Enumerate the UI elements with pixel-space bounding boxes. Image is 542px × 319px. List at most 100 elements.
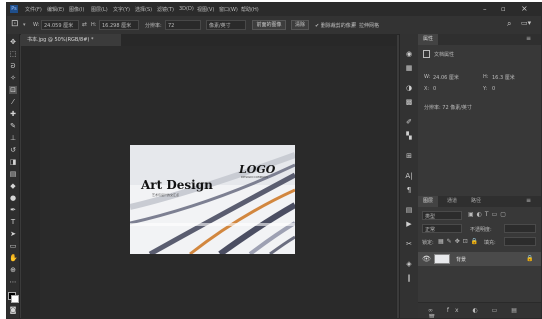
search-icon[interactable]: ⌕ <box>507 19 511 29</box>
hand-tool-icon[interactable]: ✋ <box>9 254 18 262</box>
tab-paths[interactable]: 路径 <box>466 196 486 207</box>
swap-icon[interactable]: ⇄ <box>82 21 87 28</box>
resolution-field[interactable]: 72 <box>165 20 201 30</box>
tab-properties[interactable]: 属性 <box>418 34 439 45</box>
3d-panel-icon[interactable]: ◈ <box>404 260 414 269</box>
tab-layers[interactable]: 图层 <box>418 196 439 207</box>
crop-tool-icon[interactable]: ⊡ <box>11 19 19 29</box>
more-tools-icon[interactable]: ⋯ <box>9 278 17 286</box>
document-icon <box>423 50 430 58</box>
w-value[interactable]: 24.06 厘米 <box>433 74 459 81</box>
x-value[interactable]: 0 <box>433 86 436 92</box>
menu-view[interactable]: 视图(V) <box>197 6 214 13</box>
y-label: Y: <box>483 86 488 92</box>
menu-type[interactable]: 文字(Y) <box>113 6 130 13</box>
tab-channels[interactable]: 通道 <box>442 196 462 207</box>
crop-tool-icon[interactable]: ⊡ <box>9 86 17 94</box>
height-field[interactable]: 16.298 厘米 <box>99 20 139 30</box>
menu-file[interactable]: 文件(F) <box>25 6 42 13</box>
layer-row-background[interactable]: 👁 背景 🔒 <box>418 252 541 266</box>
tool-presets-icon[interactable]: ✂ <box>404 240 414 249</box>
layer-lock-icon: 🔒 <box>526 255 534 262</box>
y-value[interactable]: 0 <box>492 86 495 92</box>
brush-tool-icon[interactable]: ✎ <box>9 122 17 130</box>
path-select-tool-icon[interactable]: ➤ <box>9 230 17 238</box>
clone-source-icon[interactable]: ⊞ <box>404 152 414 161</box>
opacity-field[interactable] <box>504 224 536 233</box>
front-image-button[interactable]: 前面的图像 <box>252 20 286 30</box>
document-tab[interactable]: 书本.jpg @ 50%(RGB/8#) * <box>21 34 121 46</box>
menu-3d[interactable]: 3D(D) <box>179 6 194 12</box>
width-field[interactable]: 24.059 厘米 <box>41 20 79 30</box>
kind-filter-label: 类型 <box>425 214 436 220</box>
art-design-title: Art Design <box>141 178 213 192</box>
resolution-label: 分辨率: <box>145 23 162 29</box>
lock-icons[interactable]: ▦✎✥⊡🔒 <box>438 238 481 245</box>
character-panel-icon[interactable]: A| <box>404 172 414 181</box>
minimize-icon[interactable]: – <box>483 5 487 13</box>
dodge-tool-icon[interactable]: ● <box>9 194 17 202</box>
brush-panel-icon[interactable]: ✐ <box>404 118 414 127</box>
width-label: W: <box>33 22 40 28</box>
visibility-eye-icon[interactable]: 👁 <box>422 255 431 263</box>
maximize-icon[interactable]: ▫ <box>501 5 506 13</box>
menu-layer[interactable]: 图层(L) <box>91 6 108 13</box>
logo-subtitle: DESIGN COMPANY <box>241 175 269 179</box>
chevron-down-icon[interactable]: ▾ <box>23 22 26 28</box>
layer-filter-icons[interactable]: ▣◐T▭▢ <box>468 211 509 218</box>
close-icon[interactable]: × <box>521 4 528 13</box>
eyedropper-tool-icon[interactable]: ⁄ <box>9 98 17 106</box>
healing-tool-icon[interactable]: ✚ <box>9 110 17 118</box>
clear-button[interactable]: 清除 <box>291 20 309 30</box>
menu-help[interactable]: 帮助(H) <box>241 6 259 13</box>
layer-actions-icons[interactable]: ∞ fx ◐ ▭ ▤ 🗑 <box>428 307 541 318</box>
move-tool-icon[interactable]: ✥ <box>9 38 17 46</box>
menu-filter[interactable]: 滤镜(T) <box>157 6 174 13</box>
color-panel-icon[interactable]: ◉ <box>404 50 414 59</box>
document-canvas[interactable]: Art Design 艺术与设计的交汇点 LOGO DESIGN COMPANY <box>40 46 396 318</box>
paragraph-panel-icon[interactable]: ¶ <box>404 186 414 195</box>
delete-crop-checkbox[interactable]: ✔ 删除裁剪的像素 <box>315 22 356 29</box>
eraser-tool-icon[interactable]: ◨ <box>9 158 17 166</box>
menu-image[interactable]: 图像(I) <box>69 6 84 13</box>
blend-mode-select[interactable]: 正常 <box>422 224 462 233</box>
blend-mode-value: 正常 <box>425 227 436 233</box>
options-bar: ⊡ ▾ W: 24.059 厘米 ⇄ H: 16.298 厘米 分辨率: 72 … <box>7 16 541 35</box>
history-panel-icon[interactable]: ▤ <box>404 206 414 215</box>
blur-tool-icon[interactable]: ◆ <box>9 182 17 190</box>
measurement-icon[interactable]: ‖ <box>404 274 414 283</box>
type-tool-icon[interactable]: T <box>9 218 17 226</box>
menu-window[interactable]: 窗口(W) <box>219 6 238 13</box>
marquee-tool-icon[interactable]: ⬚ <box>9 50 17 58</box>
business-card-image <box>130 145 295 254</box>
adjustments-panel-icon[interactable]: ◑ <box>404 84 414 93</box>
actions-panel-icon[interactable]: ▶ <box>404 220 414 229</box>
workspace-icon[interactable]: ▭▾ <box>521 19 531 27</box>
document-area: 书本.jpg @ 50%(RGB/8#) * Art Design 艺术与设计的… <box>21 34 397 318</box>
menu-select[interactable]: 选择(S) <box>135 6 152 13</box>
layer-kind-filter[interactable]: 类型 <box>422 211 462 220</box>
h-value[interactable]: 16.3 厘米 <box>492 74 515 81</box>
lasso-tool-icon[interactable]: ᘐ <box>9 62 17 70</box>
layers-panel-menu-icon[interactable]: ≡ <box>526 197 531 204</box>
grid-checkbox[interactable]: ☑ <box>352 22 356 28</box>
resolution-unit-select[interactable]: 像素/英寸 <box>206 20 246 30</box>
art-design-subtitle: 艺术与设计的交汇点 <box>152 193 180 197</box>
styles-panel-icon[interactable]: ▩ <box>404 98 414 107</box>
gradient-tool-icon[interactable]: ▤ <box>9 170 17 178</box>
swatches-panel-icon[interactable]: ▦ <box>404 64 414 73</box>
pen-tool-icon[interactable]: ✒ <box>9 206 17 214</box>
menu-edit[interactable]: 编辑(E) <box>47 6 64 13</box>
stamp-tool-icon[interactable]: ⊥ <box>9 134 17 142</box>
history-brush-icon[interactable]: ↺ <box>9 146 17 154</box>
shape-tool-icon[interactable]: ▭ <box>9 242 17 250</box>
background-color-swatch[interactable] <box>11 295 19 303</box>
brush-presets-icon[interactable]: ▚ <box>404 132 414 141</box>
magic-wand-tool-icon[interactable]: ✧ <box>9 74 17 82</box>
fill-field[interactable] <box>504 237 536 246</box>
menu-bar: Ps 文件(F) 编辑(E) 图像(I) 图层(L) 文字(Y) 选择(S) 滤… <box>7 3 541 16</box>
zoom-tool-icon[interactable]: ⊕ <box>9 266 17 274</box>
document-properties-label: 文档属性 <box>434 52 455 58</box>
quick-mask-icon[interactable]: ◙ <box>9 306 17 314</box>
panel-menu-icon[interactable]: ≡ <box>526 35 531 42</box>
